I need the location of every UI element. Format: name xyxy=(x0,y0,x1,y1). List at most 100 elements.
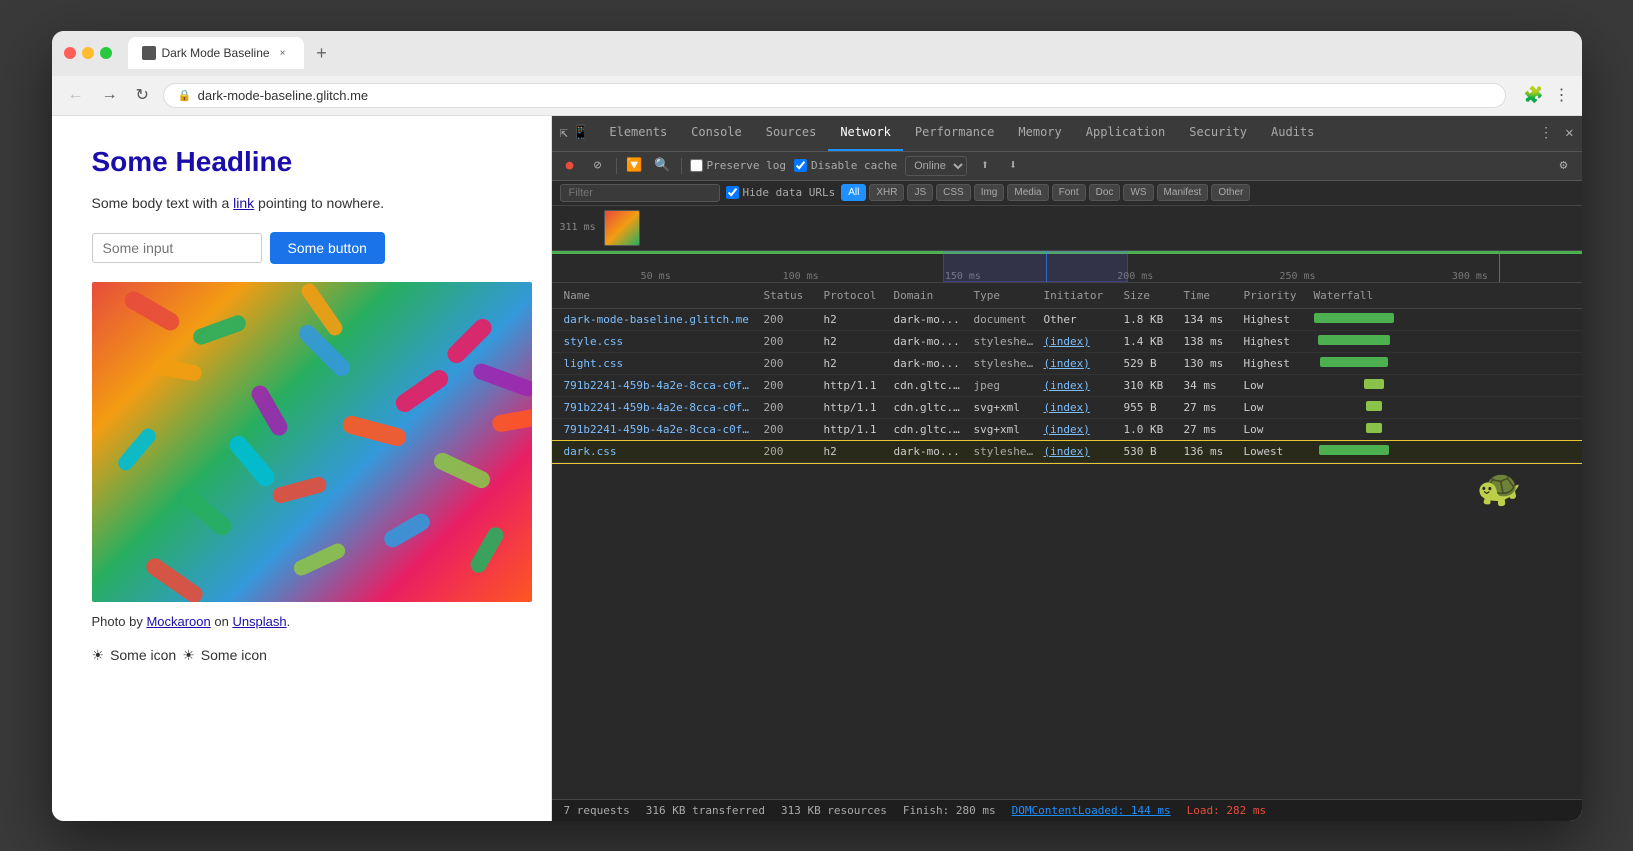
cursor-icon[interactable]: ⇱ xyxy=(560,125,568,141)
tab-favicon xyxy=(142,46,156,60)
device-toggle-icon[interactable]: 📱 xyxy=(572,125,589,141)
tab-memory[interactable]: Memory xyxy=(1006,116,1073,152)
filter-doc-btn[interactable]: Doc xyxy=(1089,184,1121,201)
row1-initiator[interactable]: (index) xyxy=(1040,333,1120,350)
hide-data-urls-checkbox[interactable]: Hide data URLs xyxy=(726,186,836,199)
filter-all-btn[interactable]: All xyxy=(841,184,866,201)
row6-initiator[interactable]: (index) xyxy=(1040,443,1120,460)
settings-gear-icon[interactable]: ⚙ xyxy=(1554,156,1574,176)
page-caption: Photo by Mockaroon on Unsplash. xyxy=(92,614,511,629)
table-row[interactable]: dark-mode-baseline.glitch.me 200 h2 dark… xyxy=(552,309,1582,331)
address-input[interactable]: 🔒 dark-mode-baseline.glitch.me xyxy=(163,83,1506,108)
col-protocol: Protocol xyxy=(820,287,890,304)
caption-on: on xyxy=(211,614,233,629)
col-name: Name xyxy=(560,287,760,304)
elapsed-time: 311 ms xyxy=(560,222,596,233)
filter-js-btn[interactable]: JS xyxy=(907,184,933,201)
webpage-content: Some Headline Some body text with a link… xyxy=(52,116,552,821)
row0-type: document xyxy=(970,311,1040,328)
row0-domain: dark-mo... xyxy=(890,311,970,328)
row0-status: 200 xyxy=(760,311,820,328)
col-type: Type xyxy=(970,287,1040,304)
type-filter-buttons: All XHR JS CSS Img Media Font Doc WS Man… xyxy=(841,184,1250,201)
some-input[interactable] xyxy=(92,233,262,263)
row5-type: svg+xml xyxy=(970,421,1040,438)
more-options-icon[interactable]: ⋮ xyxy=(1554,85,1570,105)
search-icon[interactable]: 🔍 xyxy=(653,156,673,176)
network-table[interactable]: Name Status Protocol Domain Type Initiat… xyxy=(552,283,1582,799)
preserve-log-checkbox[interactable]: Preserve log xyxy=(690,159,786,172)
table-row[interactable]: light.css 200 h2 dark-mo... stylesheet (… xyxy=(552,353,1582,375)
extensions-icon[interactable]: 🧩 xyxy=(1524,85,1544,105)
icon-text-1: Some icon xyxy=(110,647,176,663)
tab-security[interactable]: Security xyxy=(1177,116,1259,152)
tab-console[interactable]: Console xyxy=(679,116,754,152)
body-link[interactable]: link xyxy=(233,195,254,211)
upload-icon[interactable]: ⬆ xyxy=(975,156,995,176)
row6-protocol: h2 xyxy=(820,443,890,460)
row2-time: 130 ms xyxy=(1180,355,1240,372)
row3-initiator[interactable]: (index) xyxy=(1040,377,1120,394)
filter-xhr-btn[interactable]: XHR xyxy=(869,184,904,201)
turtle-area: 🐢 xyxy=(552,463,1582,513)
back-button[interactable]: ← xyxy=(64,82,88,108)
row3-time: 34 ms xyxy=(1180,377,1240,394)
resources-size: 313 KB resources xyxy=(781,804,887,817)
table-row[interactable]: 791b2241-459b-4a2e-8cca-c0fdc2... 200 ht… xyxy=(552,375,1582,397)
table-row[interactable]: 791b2241-459b-4a2e-8cca-c0fdc2... 200 ht… xyxy=(552,419,1582,441)
ms-50: 50 ms xyxy=(641,271,671,282)
row5-priority: Low xyxy=(1240,421,1310,438)
browser-window: Dark Mode Baseline × + ← → ↻ 🔒 dark-mode… xyxy=(52,31,1582,821)
row2-type: stylesheet xyxy=(970,355,1040,372)
filter-other-btn[interactable]: Other xyxy=(1211,184,1250,201)
caption-link1[interactable]: Mockaroon xyxy=(146,614,210,629)
row5-initiator[interactable]: (index) xyxy=(1040,421,1120,438)
table-row[interactable]: style.css 200 h2 dark-mo... stylesheet (… xyxy=(552,331,1582,353)
some-button[interactable]: Some button xyxy=(270,232,385,264)
tab-network[interactable]: Network xyxy=(828,116,903,152)
clear-button[interactable]: ⊘ xyxy=(588,156,608,176)
filter-css-btn[interactable]: CSS xyxy=(936,184,971,201)
throttle-select[interactable]: Online xyxy=(905,156,967,176)
new-tab-button[interactable]: + xyxy=(308,39,336,67)
maximize-window-button[interactable] xyxy=(100,47,112,59)
filter-img-btn[interactable]: Img xyxy=(974,184,1005,201)
row2-initiator[interactable]: (index) xyxy=(1040,355,1120,372)
preview-thumbnail[interactable] xyxy=(604,210,640,246)
close-window-button[interactable] xyxy=(64,47,76,59)
forward-button[interactable]: → xyxy=(98,82,122,108)
row4-domain: cdn.gltc... xyxy=(890,399,970,416)
filter-font-btn[interactable]: Font xyxy=(1052,184,1086,201)
devtools-more-icon[interactable]: ⋮ xyxy=(1539,125,1553,141)
table-row[interactable]: 791b2241-459b-4a2e-8cca-c0fdc2... 200 ht… xyxy=(552,397,1582,419)
filter-media-btn[interactable]: Media xyxy=(1007,184,1048,201)
row0-waterfall xyxy=(1310,311,1574,328)
browser-tab[interactable]: Dark Mode Baseline × xyxy=(128,37,304,69)
row4-size: 955 B xyxy=(1120,399,1180,416)
tab-sources[interactable]: Sources xyxy=(754,116,829,152)
caption-link2[interactable]: Unsplash xyxy=(232,614,286,629)
tab-performance[interactable]: Performance xyxy=(903,116,1006,152)
minimize-window-button[interactable] xyxy=(82,47,94,59)
tab-elements[interactable]: Elements xyxy=(597,116,679,152)
row5-protocol: http/1.1 xyxy=(820,421,890,438)
row4-initiator[interactable]: (index) xyxy=(1040,399,1120,416)
title-bar: Dark Mode Baseline × + xyxy=(52,31,1582,76)
row4-time: 27 ms xyxy=(1180,399,1240,416)
filter-icon[interactable]: 🔽 xyxy=(625,156,645,176)
tab-audits[interactable]: Audits xyxy=(1259,116,1326,152)
row0-protocol: h2 xyxy=(820,311,890,328)
tab-application[interactable]: Application xyxy=(1074,116,1177,152)
table-row-highlighted[interactable]: dark.css 200 h2 dark-mo... stylesheet (i… xyxy=(552,441,1582,463)
reload-button[interactable]: ↻ xyxy=(132,81,153,109)
devtools-close-icon[interactable]: ✕ xyxy=(1565,125,1573,141)
download-icon[interactable]: ⬇ xyxy=(1003,156,1023,176)
filter-input[interactable] xyxy=(560,184,720,202)
disable-cache-checkbox[interactable]: Disable cache xyxy=(794,159,897,172)
filter-ws-btn[interactable]: WS xyxy=(1123,184,1153,201)
tab-close-button[interactable]: × xyxy=(276,46,290,60)
record-button[interactable]: ● xyxy=(560,156,580,176)
row2-domain: dark-mo... xyxy=(890,355,970,372)
dom-content-loaded[interactable]: DOMContentLoaded: 144 ms xyxy=(1012,804,1171,817)
filter-manifest-btn[interactable]: Manifest xyxy=(1157,184,1209,201)
